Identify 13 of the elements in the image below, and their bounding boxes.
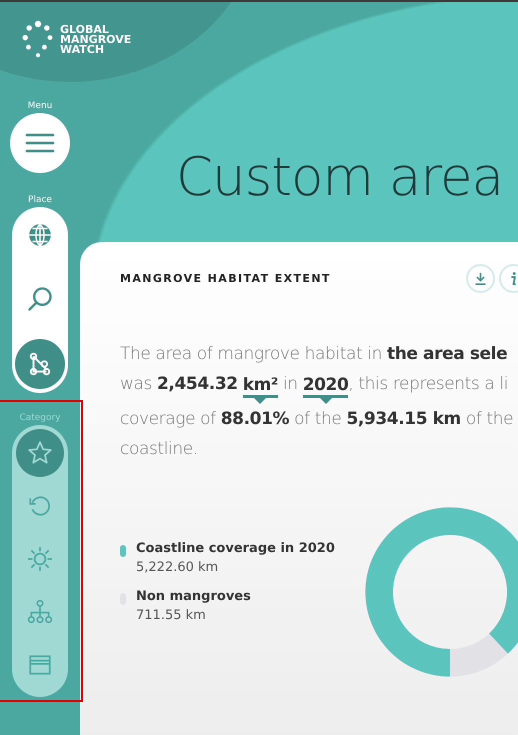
page-title: Custom area <box>176 151 504 204</box>
section-label: Menu <box>28 101 52 111</box>
section-label: Place <box>28 195 52 205</box>
summary-text: The area of mangrove habitat in the area sele was 2,454.32 km² in 2020, this represents a li coverage of 88.01% of the 5,934.15 km of the coastline. <box>120 343 514 461</box>
logo-text: GLOBAL MANGROVE WATCH <box>60 25 130 55</box>
unit-selector[interactable]: km² <box>242 375 278 404</box>
legend-value: 5,222.60 km <box>136 560 220 575</box>
legend-label: Coastline coverage in 2020 <box>136 541 335 556</box>
unit-selector[interactable]: 2020 <box>302 375 348 404</box>
legend-value: 711.55 km <box>136 608 207 623</box>
widget-title: MANGROVE HABITAT EXTENT <box>120 272 331 285</box>
legend-label: Non mangroves <box>136 589 251 604</box>
section-label: Category <box>19 413 61 423</box>
